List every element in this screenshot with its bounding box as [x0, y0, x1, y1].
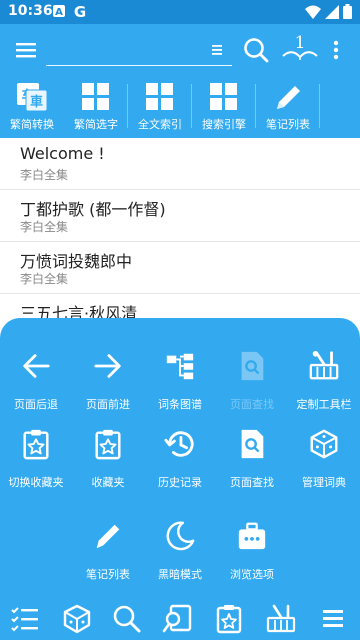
list-item-title: 丁都护歌 (都一作督): [20, 200, 166, 219]
sheet-item-label: 页面查找: [230, 476, 274, 489]
list-item[interactable]: 丁都护歌 (都一作督) 李白全集: [0, 190, 360, 242]
sheet-item-label: 词条图谱: [158, 398, 202, 411]
app-bar: 1: [0, 24, 360, 76]
wifi-icon: [305, 5, 321, 19]
sheet-item-forward[interactable]: 页面前进: [72, 340, 144, 412]
tool-traditional-simplified[interactable]: 车 車 繁简转换: [0, 76, 64, 138]
tool-notes-list[interactable]: 笔记列表: [256, 76, 320, 138]
signal-icon: [325, 4, 339, 19]
clipboard-star-icon: [95, 429, 121, 460]
sheet-item-browse-options[interactable]: 浏览选项: [216, 510, 288, 582]
tool-label: 全文索引: [138, 118, 182, 131]
list-item[interactable]: 万愤词投魏郎中 李白全集: [0, 242, 360, 294]
sheet-item-notes[interactable]: 笔记列表: [72, 510, 144, 582]
list-item-subtitle: 李白全集: [20, 168, 69, 182]
history-icon: [164, 431, 194, 457]
list-item-title: Welcome !: [20, 144, 105, 163]
list-item-subtitle: 李白全集: [20, 220, 69, 234]
sheet-item-page-find[interactable]: 页面查找: [216, 418, 288, 490]
divider: [319, 84, 320, 128]
sheet-item-label: 切换收藏夹: [8, 476, 64, 489]
tool-char-select[interactable]: 繁简选字: [64, 76, 128, 138]
svg-text:A: A: [55, 7, 63, 18]
moon-icon: [166, 521, 195, 551]
action-sheet: 页面后退 页面前进 词条图谱 页面查找 定制工具栏 切换收藏夹 收藏夹 历史记录…: [0, 318, 360, 640]
sheet-item-label: 历史记录: [158, 476, 202, 489]
sheet-item-custom-toolbar[interactable]: 定制工具栏: [288, 340, 360, 412]
sheet-item-label: 定制工具栏: [296, 398, 352, 411]
sheet-item-page-find-disabled[interactable]: 页面查找: [216, 340, 288, 412]
tool-label: 繁简选字: [74, 118, 118, 131]
pencil-icon: [96, 524, 120, 549]
sheet-item-label: 收藏夹: [91, 476, 125, 489]
sheet-item-label: 笔记列表: [86, 568, 130, 581]
a-icon: A: [53, 5, 65, 18]
tool-search-engine[interactable]: 搜索引擎: [192, 76, 256, 138]
svg-text:G: G: [74, 4, 86, 20]
page-search-icon: [241, 429, 264, 459]
tool-fulltext-index[interactable]: 全文索引: [128, 76, 192, 138]
sheet-item-label: 页面查找: [230, 398, 274, 411]
list-item-subtitle: 李白全集: [20, 272, 69, 286]
sheet-item-history[interactable]: 历史记录: [144, 418, 216, 490]
sheet-item-back[interactable]: 页面后退: [0, 340, 72, 412]
arrow-right-icon: [94, 354, 121, 378]
list-icon[interactable]: [10, 604, 40, 634]
sheet-item-label: 页面后退: [14, 398, 58, 411]
clipboard-star-icon: [23, 429, 49, 460]
tool-label: 搜索引擎: [202, 118, 246, 131]
sheet-item-manage-dict[interactable]: 管理词典: [288, 418, 360, 490]
traditional-simplified-icon: 车 車: [17, 83, 48, 112]
tool-label: 笔记列表: [266, 118, 310, 131]
arrow-left-icon: [23, 354, 50, 378]
pencil-icon: [277, 86, 300, 109]
cube-icon: [310, 429, 338, 459]
sheet-item-label: 页面前进: [86, 398, 130, 411]
search-icon[interactable]: [242, 36, 270, 64]
sheet-item-switch-favorites[interactable]: 切换收藏夹: [0, 418, 72, 490]
grid-icon: [210, 83, 237, 110]
toolbox-icon: [309, 350, 339, 380]
google-g-icon: G: [74, 4, 86, 20]
toolbar: 车 車 繁简转换 繁简选字 全文索引 搜索引擎 笔记列: [0, 76, 360, 138]
svg-text:1: 1: [295, 33, 306, 53]
sheet-item-label: 黑暗模式: [158, 568, 202, 581]
status-bar: 10:36 A G: [0, 0, 360, 24]
briefcase-icon: [238, 522, 266, 550]
svg-text:車: 車: [30, 94, 43, 110]
clipboard-star-icon[interactable]: [214, 604, 244, 634]
clear-icon[interactable]: [208, 42, 226, 58]
dictionary-icon[interactable]: 1: [280, 32, 320, 66]
sheet-item-favorites[interactable]: 收藏夹: [72, 418, 144, 490]
sheet-item-label: 管理词典: [302, 476, 346, 489]
grid-icon: [82, 83, 109, 110]
battery-icon: [343, 4, 352, 19]
sheet-item-dark-mode[interactable]: 黑暗模式: [144, 510, 216, 582]
list-item[interactable]: Welcome ! 李白全集: [0, 138, 360, 190]
tool-label: 繁简转换: [10, 118, 54, 131]
menu-icon[interactable]: [14, 38, 40, 62]
grid-icon: [146, 83, 173, 110]
search-icon[interactable]: [112, 604, 142, 634]
cube-icon[interactable]: [62, 604, 92, 634]
tree-icon: [166, 353, 194, 380]
search-doc-icon[interactable]: [162, 604, 192, 634]
search-input[interactable]: [46, 34, 232, 66]
entry-list: Welcome ! 李白全集 丁都护歌 (都一作督) 李白全集 万愤词投魏郎中 …: [0, 138, 360, 346]
bottom-nav: [0, 596, 360, 640]
toolbox-icon[interactable]: [266, 604, 296, 634]
page-search-icon: [241, 351, 264, 381]
list-item-title: 万愤词投魏郎中: [20, 252, 133, 271]
sheet-item-label: 浏览选项: [230, 568, 274, 581]
sheet-item-entry-graph[interactable]: 词条图谱: [144, 340, 216, 412]
status-time: 10:36: [8, 3, 53, 19]
menu-lines-icon[interactable]: [318, 604, 348, 634]
more-vert-icon[interactable]: [328, 38, 344, 62]
